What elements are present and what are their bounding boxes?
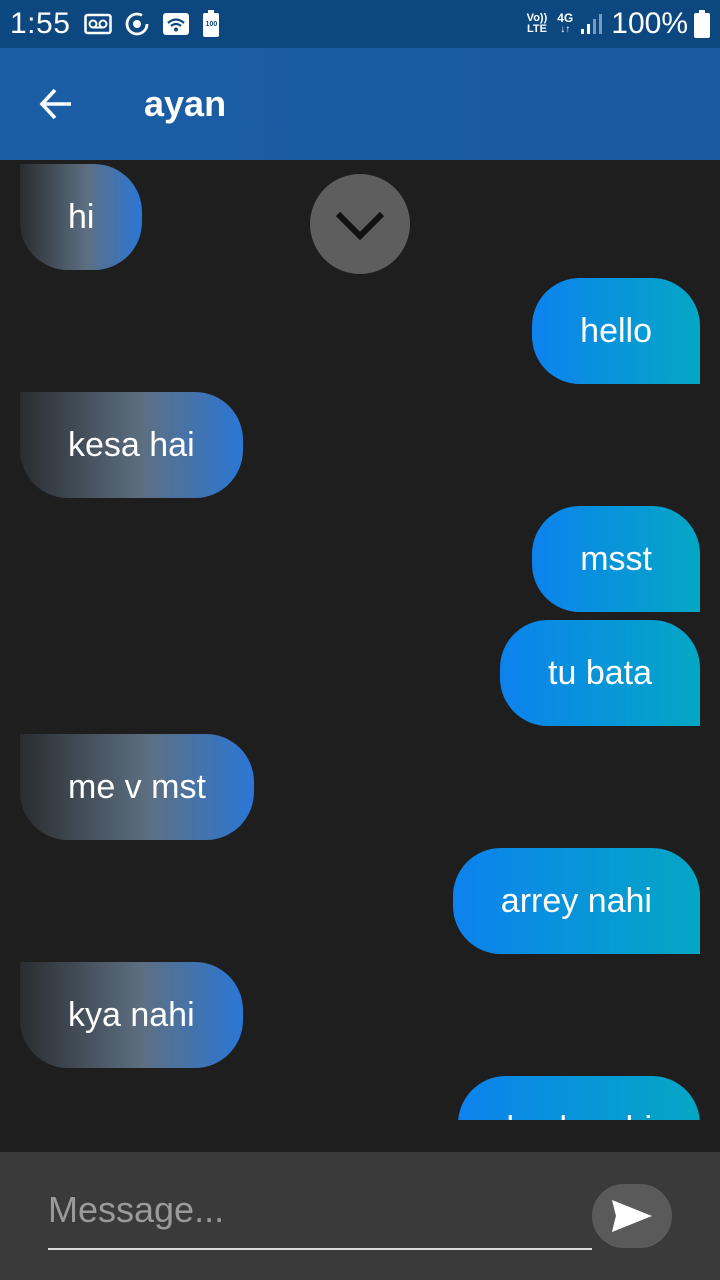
send-icon: [612, 1200, 652, 1232]
message-text: me v mst: [68, 767, 206, 806]
battery-icon: [694, 10, 710, 38]
chat-contact-name: ayan: [144, 83, 227, 124]
message-incoming: kesa hai: [20, 392, 243, 498]
message-input[interactable]: [48, 1178, 592, 1250]
message-text: tu bata: [548, 653, 652, 692]
message-text: kuch nahi: [506, 1110, 652, 1121]
chevron-down-icon: [335, 211, 385, 240]
signal-icon: [579, 12, 603, 36]
message-outgoing: tu bata: [500, 620, 700, 726]
message-incoming: kya nahi: [20, 962, 243, 1068]
volte-icon: Vo)) LTE: [526, 12, 548, 35]
wifi-icon: [162, 12, 190, 36]
battery-saver-icon: 100: [202, 10, 220, 38]
network-4g-icon: 4G ↓↑: [557, 11, 574, 35]
message-text: hello: [580, 311, 652, 350]
message-text: arrey nahi: [500, 881, 652, 920]
status-bar: 1:55 100 Vo)) LTE 4G ↓↑ 100%: [0, 0, 720, 48]
battery-percent: 100%: [611, 7, 688, 40]
scroll-to-bottom-button[interactable]: [310, 174, 410, 274]
message-text: hi: [68, 197, 95, 236]
battery-saver-label: 100: [205, 21, 218, 28]
message-outgoing: msst: [532, 506, 700, 612]
message-outgoing: kuch nahi: [458, 1076, 700, 1120]
status-time: 1:55: [10, 7, 71, 40]
back-button[interactable]: [20, 68, 92, 140]
data-saver-icon: [124, 11, 150, 37]
app-bar: ayan: [0, 48, 720, 160]
message-incoming: hi: [20, 164, 143, 270]
send-button[interactable]: [592, 1184, 672, 1248]
message-text: kya nahi: [68, 995, 195, 1034]
voicemail-icon: [84, 13, 113, 35]
arrow-left-icon: [39, 88, 71, 120]
message-outgoing: hello: [532, 278, 700, 384]
message-list[interactable]: hi hello kesa hai msst tu bata me v mst …: [0, 160, 720, 1120]
message-composer: [0, 1152, 720, 1280]
message-text: kesa hai: [68, 425, 195, 464]
message-incoming: me v mst: [20, 734, 254, 840]
message-outgoing: arrey nahi: [452, 848, 700, 954]
message-text: msst: [580, 539, 652, 578]
